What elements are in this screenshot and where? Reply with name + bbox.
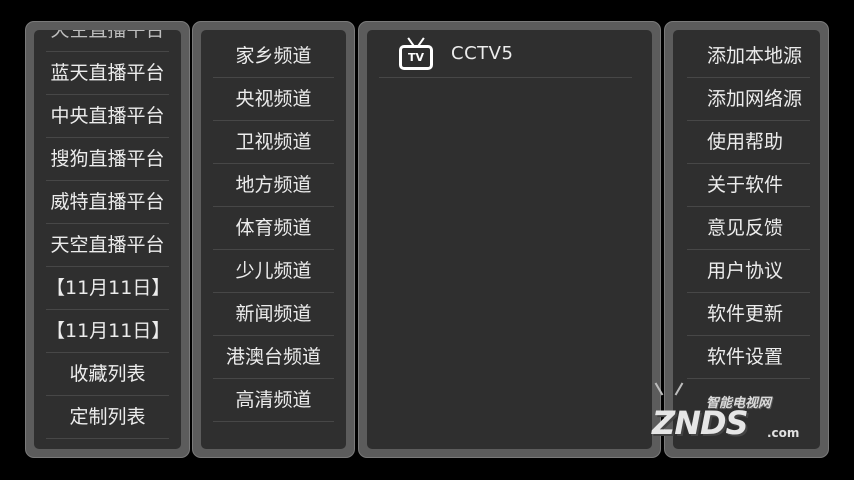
source-item-7[interactable]: 【11月11日】 (46, 310, 169, 353)
category-list-inner: 家乡频道 央视频道 卫视频道 地方频道 体育频道 少儿频道 新闻频道 港澳台频道… (201, 30, 346, 449)
user-agreement-item[interactable]: 用户协议 (687, 250, 810, 293)
source-list-panel: 天空直播平台 蓝天直播平台 中央直播平台 搜狗直播平台 威特直播平台 天空直播平… (25, 21, 190, 458)
feedback-item[interactable]: 意见反馈 (687, 207, 810, 250)
source-item-3[interactable]: 搜狗直播平台 (46, 138, 169, 181)
category-item-hk-macau-tw[interactable]: 港澳台频道 (213, 336, 334, 379)
tv-icon-label: TV (399, 44, 433, 70)
category-item-local[interactable]: 地方频道 (213, 164, 334, 207)
source-item-5[interactable]: 天空直播平台 (46, 224, 169, 267)
category-item-hometown[interactable]: 家乡频道 (213, 35, 334, 78)
source-item-6[interactable]: 【11月11日】 (46, 267, 169, 310)
channel-list-inner: TV CCTV5 (367, 30, 652, 449)
category-item-hd[interactable]: 高清频道 (213, 379, 334, 422)
source-item-4[interactable]: 威特直播平台 (46, 181, 169, 224)
help-item[interactable]: 使用帮助 (687, 121, 810, 164)
settings-menu: 添加本地源 添加网络源 使用帮助 关于软件 意见反馈 用户协议 软件更新 软件设… (687, 35, 810, 379)
category-item-satellite[interactable]: 卫视频道 (213, 121, 334, 164)
software-settings-item[interactable]: 软件设置 (687, 336, 810, 379)
category-item-empty (213, 422, 334, 449)
category-item-sports[interactable]: 体育频道 (213, 207, 334, 250)
category-item-cctv[interactable]: 央视频道 (213, 78, 334, 121)
logo-antenna-left (654, 382, 664, 396)
watermark-brand: ZNDS (652, 404, 749, 442)
source-item-2[interactable]: 中央直播平台 (46, 95, 169, 138)
category-item-news[interactable]: 新闻频道 (213, 293, 334, 336)
channel-name: CCTV5 (451, 43, 514, 64)
tv-app-screen: 天空直播平台 蓝天直播平台 中央直播平台 搜狗直播平台 威特直播平台 天空直播平… (0, 0, 854, 480)
channel-row[interactable]: TV CCTV5 (379, 30, 632, 78)
add-local-source-item[interactable]: 添加本地源 (687, 35, 810, 78)
znds-watermark-logo: 智能电视网 ZNDS .com (642, 382, 812, 450)
software-update-item[interactable]: 软件更新 (687, 293, 810, 336)
custom-list-item[interactable]: 定制列表 (46, 396, 169, 439)
channel-list-panel: TV CCTV5 (358, 21, 661, 458)
source-list: 天空直播平台 蓝天直播平台 中央直播平台 搜狗直播平台 威特直播平台 天空直播平… (46, 30, 169, 439)
tv-icon: TV (399, 36, 433, 71)
source-item-1[interactable]: 蓝天直播平台 (46, 52, 169, 95)
watermark-domain: .com (767, 426, 800, 440)
category-list-panel: 家乡频道 央视频道 卫视频道 地方频道 体育频道 少儿频道 新闻频道 港澳台频道… (192, 21, 355, 458)
logo-antenna-right (674, 382, 684, 396)
category-list: 家乡频道 央视频道 卫视频道 地方频道 体育频道 少儿频道 新闻频道 港澳台频道… (213, 35, 334, 449)
category-item-kids[interactable]: 少儿频道 (213, 250, 334, 293)
add-network-source-item[interactable]: 添加网络源 (687, 78, 810, 121)
source-item-0[interactable]: 天空直播平台 (46, 30, 169, 52)
favorites-list-item[interactable]: 收藏列表 (46, 353, 169, 396)
about-item[interactable]: 关于软件 (687, 164, 810, 207)
source-list-inner: 天空直播平台 蓝天直播平台 中央直播平台 搜狗直播平台 威特直播平台 天空直播平… (34, 30, 181, 449)
